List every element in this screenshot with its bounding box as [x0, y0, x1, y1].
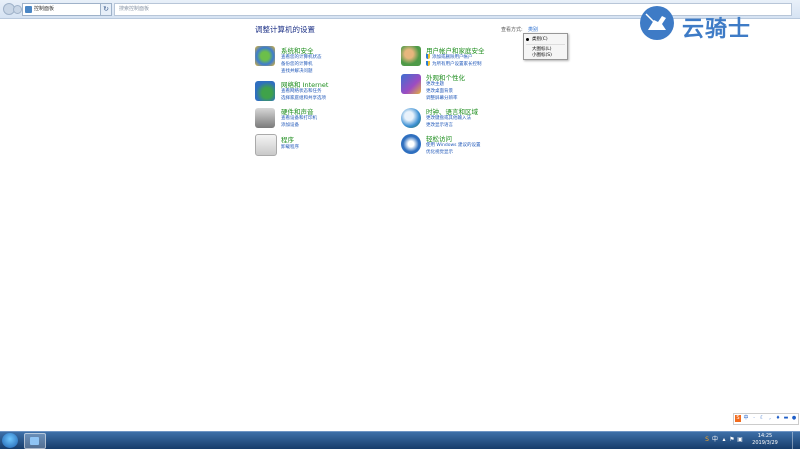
link-view-status[interactable]: 查看您的计算机状态 — [281, 54, 322, 60]
taskbar: S 中 ▴ ⚑ ▣ 14:25 2019/3/29 — [0, 431, 800, 449]
system-security-icon — [255, 46, 275, 66]
knight-logo-icon — [640, 6, 674, 40]
link-screen-resolution[interactable]: 调整屏幕分辨率 — [426, 95, 458, 101]
breadcrumb[interactable]: 控制面板 — [22, 3, 108, 16]
link-network-status[interactable]: 查看网络状态和任务 — [281, 88, 322, 94]
ime-bar[interactable]: S 中 · ☾ , ♦ ▬ ● — [733, 413, 799, 425]
action-center-flag-icon[interactable]: ⚑ — [729, 436, 735, 443]
show-desktop-button[interactable] — [792, 432, 800, 449]
menu-divider — [526, 44, 565, 45]
clock-date[interactable]: 2019/3/29 — [745, 440, 785, 446]
network-icon[interactable]: ▣ — [737, 436, 743, 443]
taskbar-control-panel-button[interactable] — [24, 433, 46, 449]
link-recommended-settings[interactable]: 使用 Windows 建议的设置 — [426, 142, 480, 148]
link-optimize-display[interactable]: 优化视觉显示 — [426, 149, 453, 155]
refresh-button[interactable]: ↻ — [100, 3, 112, 16]
link-change-input[interactable]: 更改键盘或其他输入法 — [426, 115, 471, 121]
view-menu: 类别(C) 大图标(L) 小图标(S) — [523, 33, 568, 60]
microphone-icon[interactable]: ♦ — [775, 415, 781, 422]
ease-of-access-icon — [401, 134, 421, 154]
programs-icon — [255, 134, 277, 156]
show-hidden-icons-icon[interactable]: ▴ — [721, 436, 727, 443]
view-by-label: 查看方式: — [501, 27, 523, 33]
punctuation-icon[interactable]: · — [751, 415, 757, 422]
link-display-language[interactable]: 更改显示语言 — [426, 122, 453, 128]
uac-shield-icon — [426, 61, 430, 66]
selected-dot-icon — [526, 38, 529, 41]
link-uninstall[interactable]: 卸载程序 — [281, 144, 299, 150]
logo-text: 云骑士 — [682, 17, 752, 42]
user-accounts-icon — [401, 46, 421, 66]
link-devices-printers[interactable]: 查看设备和打印机 — [281, 115, 317, 121]
menu-item-category[interactable]: 类别(C) — [532, 36, 548, 42]
view-by-dropdown[interactable]: 类别 — [528, 26, 538, 33]
hardware-sound-icon — [255, 108, 275, 128]
page-title: 调整计算机的设置 — [255, 25, 315, 34]
sogou-tray-icon[interactable]: S — [704, 436, 710, 443]
clock-language-icon — [401, 108, 421, 128]
link-desktop-background[interactable]: 更改桌面背景 — [426, 88, 453, 94]
clock-time[interactable]: 14:25 — [745, 433, 785, 439]
control-panel-icon — [30, 437, 39, 445]
chinese-mode-icon[interactable]: 中 — [743, 415, 749, 422]
keyboard-icon[interactable]: ▬ — [783, 415, 789, 422]
forward-button[interactable] — [13, 5, 22, 14]
link-troubleshoot[interactable]: 查找并解决问题 — [281, 68, 313, 74]
comma-icon[interactable]: , — [767, 415, 773, 422]
link-backup[interactable]: 备份您的计算机 — [281, 61, 313, 67]
uac-shield-icon — [426, 54, 430, 59]
moon-icon[interactable]: ☾ — [759, 415, 765, 422]
link-parental-controls[interactable]: 为所有用户设置家长控制 — [426, 61, 482, 67]
link-homegroup[interactable]: 选择家庭组和共享选项 — [281, 95, 326, 101]
network-internet-icon — [255, 81, 275, 101]
link-change-theme[interactable]: 更改主题 — [426, 81, 444, 87]
control-panel-icon — [25, 6, 32, 13]
start-button[interactable] — [2, 433, 18, 448]
user-icon[interactable]: ● — [791, 415, 797, 422]
appearance-icon — [401, 74, 421, 94]
menu-item-small-icons[interactable]: 小图标(S) — [532, 52, 552, 58]
sogou-s-icon[interactable]: S — [735, 415, 741, 422]
watermark-logo: 云骑士 — [640, 6, 785, 42]
category-programs[interactable]: 程序 — [281, 134, 294, 144]
link-add-remove-users[interactable]: 添加或删除用户帐户 — [426, 54, 473, 60]
tray-ime-icon[interactable]: 中 — [712, 436, 718, 443]
link-add-device[interactable]: 添加设备 — [281, 122, 299, 128]
